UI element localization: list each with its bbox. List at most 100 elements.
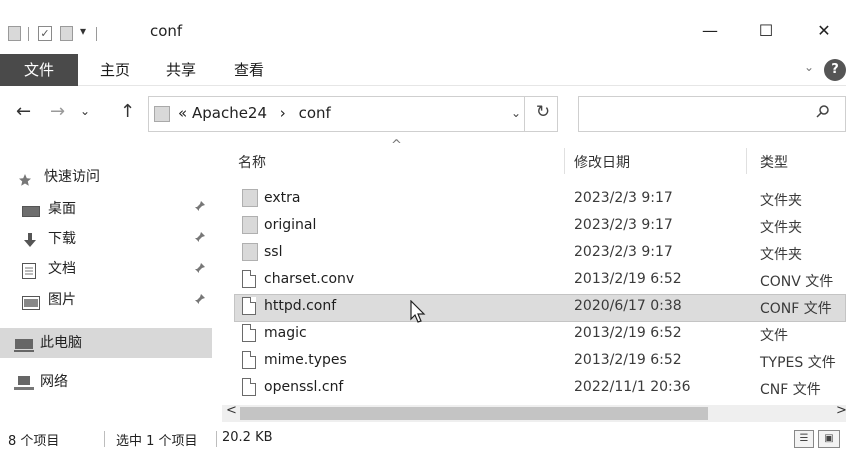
- maximize-button[interactable]: ☐: [746, 18, 786, 44]
- forward-button[interactable]: →: [50, 101, 65, 122]
- sidebar-item-label: 快速访问: [44, 169, 100, 185]
- file-modified: 2022/11/1 20:36: [574, 379, 691, 395]
- column-header-name[interactable]: 名称: [238, 152, 266, 172]
- file-type: CNF 文件: [760, 382, 821, 398]
- document-icon: [22, 262, 36, 288]
- address-separator: [524, 97, 525, 131]
- sort-ascending-icon: ^: [391, 138, 402, 153]
- breadcrumb-separator-icon[interactable]: ›: [272, 104, 294, 122]
- tab-file[interactable]: 文件: [0, 54, 78, 86]
- file-type: 文件夹: [760, 220, 802, 236]
- breadcrumb-apache24[interactable]: Apache24: [192, 104, 267, 122]
- file-name: original: [264, 217, 317, 233]
- file-type: 文件夹: [760, 193, 802, 209]
- file-modified: 2023/2/3 9:17: [574, 217, 673, 233]
- column-header-type[interactable]: 类型: [760, 152, 788, 172]
- column-header-modified[interactable]: 修改日期: [574, 152, 630, 172]
- new-folder-icon[interactable]: [60, 26, 73, 41]
- status-selected-size: 20.2 KB: [222, 430, 273, 445]
- properties-icon[interactable]: ✓: [38, 26, 52, 41]
- tab-share[interactable]: 共享: [166, 54, 196, 86]
- back-button[interactable]: ←: [16, 101, 31, 122]
- pictures-icon: [22, 293, 40, 319]
- pin-icon[interactable]: [194, 231, 206, 246]
- breadcrumb-overflow[interactable]: «: [178, 104, 187, 122]
- breadcrumb: « Apache24 › conf: [178, 104, 331, 122]
- quick-access-dropdown-icon[interactable]: ▾: [80, 24, 86, 38]
- file-modified: 2023/2/3 9:17: [574, 244, 673, 260]
- tab-home[interactable]: 主页: [100, 54, 130, 86]
- table-row[interactable]: magic 2013/2/19 6:52 文件: [234, 321, 846, 348]
- help-icon[interactable]: ?: [824, 59, 846, 81]
- scroll-left-button[interactable]: <: [226, 403, 237, 418]
- pin-icon[interactable]: [194, 200, 206, 215]
- address-dropdown-icon[interactable]: ⌄: [511, 106, 521, 120]
- sidebar-item-label: 下载: [48, 231, 76, 247]
- table-row[interactable]: openssl.cnf 2022/11/1 20:36 CNF 文件: [234, 375, 846, 402]
- table-row[interactable]: original 2023/2/3 9:17 文件夹: [234, 213, 846, 240]
- folder-icon: [154, 106, 170, 122]
- toolbar-separator: [28, 27, 29, 41]
- table-row[interactable]: charset.conv 2013/2/19 6:52 CONV 文件: [234, 267, 846, 294]
- minimize-button[interactable]: —: [690, 18, 730, 44]
- table-row-selected[interactable]: httpd.conf 2020/6/17 0:38 CONF 文件: [234, 294, 846, 321]
- search-input[interactable]: [578, 96, 846, 132]
- expand-ribbon-icon[interactable]: ⌄: [804, 60, 814, 74]
- search-icon[interactable]: [816, 104, 830, 122]
- large-icons-view-button[interactable]: ▣: [818, 430, 840, 448]
- window-title: conf: [150, 22, 183, 40]
- file-name: charset.conv: [264, 271, 355, 287]
- file-name: mime.types: [264, 352, 347, 368]
- details-view-button[interactable]: ☰: [794, 430, 814, 448]
- table-row[interactable]: mime.types 2013/2/19 6:52 TYPES 文件: [234, 348, 846, 375]
- status-selected-count: 选中 1 个项目: [116, 434, 198, 449]
- sidebar-item-label: 网络: [40, 374, 68, 390]
- refresh-button[interactable]: ↻: [530, 102, 556, 122]
- desktop-icon: [22, 202, 40, 228]
- tab-view[interactable]: 查看: [234, 54, 264, 86]
- mouse-cursor-icon: [410, 299, 426, 328]
- sidebar-item-label: 桌面: [48, 201, 76, 217]
- file-icon: [242, 297, 256, 315]
- file-name: ssl: [264, 244, 283, 260]
- folder-icon[interactable]: [8, 26, 21, 41]
- table-row[interactable]: extra 2023/2/3 9:17 文件夹: [234, 186, 846, 213]
- status-item-count: 8 个项目: [8, 434, 60, 449]
- scrollbar-thumb[interactable]: [240, 407, 708, 420]
- column-divider[interactable]: [564, 148, 565, 174]
- computer-icon: [14, 336, 34, 362]
- file-type: CONF 文件: [760, 301, 832, 317]
- file-type: 文件夹: [760, 247, 802, 263]
- toolbar-separator: [96, 27, 97, 41]
- recent-locations-dropdown[interactable]: ⌄: [80, 104, 90, 118]
- file-modified: 2013/2/19 6:52: [574, 352, 682, 368]
- sidebar-item-label: 图片: [48, 292, 76, 308]
- breadcrumb-conf[interactable]: conf: [299, 104, 331, 122]
- file-name: httpd.conf: [264, 298, 337, 314]
- file-modified: 2023/2/3 9:17: [574, 190, 673, 206]
- star-icon: [18, 170, 32, 196]
- file-icon: [242, 378, 256, 396]
- pin-icon[interactable]: [194, 293, 206, 308]
- file-type: 文件: [760, 328, 788, 344]
- file-icon: [242, 270, 256, 288]
- file-modified: 2020/6/17 0:38: [574, 298, 682, 314]
- close-button[interactable]: ✕: [804, 18, 844, 44]
- table-row[interactable]: ssl 2023/2/3 9:17 文件夹: [234, 240, 846, 267]
- up-button[interactable]: ↑: [120, 101, 135, 122]
- file-name: extra: [264, 190, 301, 206]
- folder-icon: [242, 243, 258, 261]
- file-modified: 2013/2/19 6:52: [574, 271, 682, 287]
- scroll-right-button[interactable]: >: [836, 403, 846, 418]
- sidebar-item-label: 此电脑: [40, 335, 82, 351]
- folder-icon: [242, 189, 258, 207]
- network-icon: [14, 375, 34, 401]
- file-type: CONV 文件: [760, 274, 834, 290]
- file-name: magic: [264, 325, 307, 341]
- pin-icon[interactable]: [194, 262, 206, 277]
- column-divider[interactable]: [746, 148, 747, 174]
- file-modified: 2013/2/19 6:52: [574, 325, 682, 341]
- status-separator: [104, 431, 105, 447]
- file-name: openssl.cnf: [264, 379, 344, 395]
- status-separator: [216, 431, 217, 447]
